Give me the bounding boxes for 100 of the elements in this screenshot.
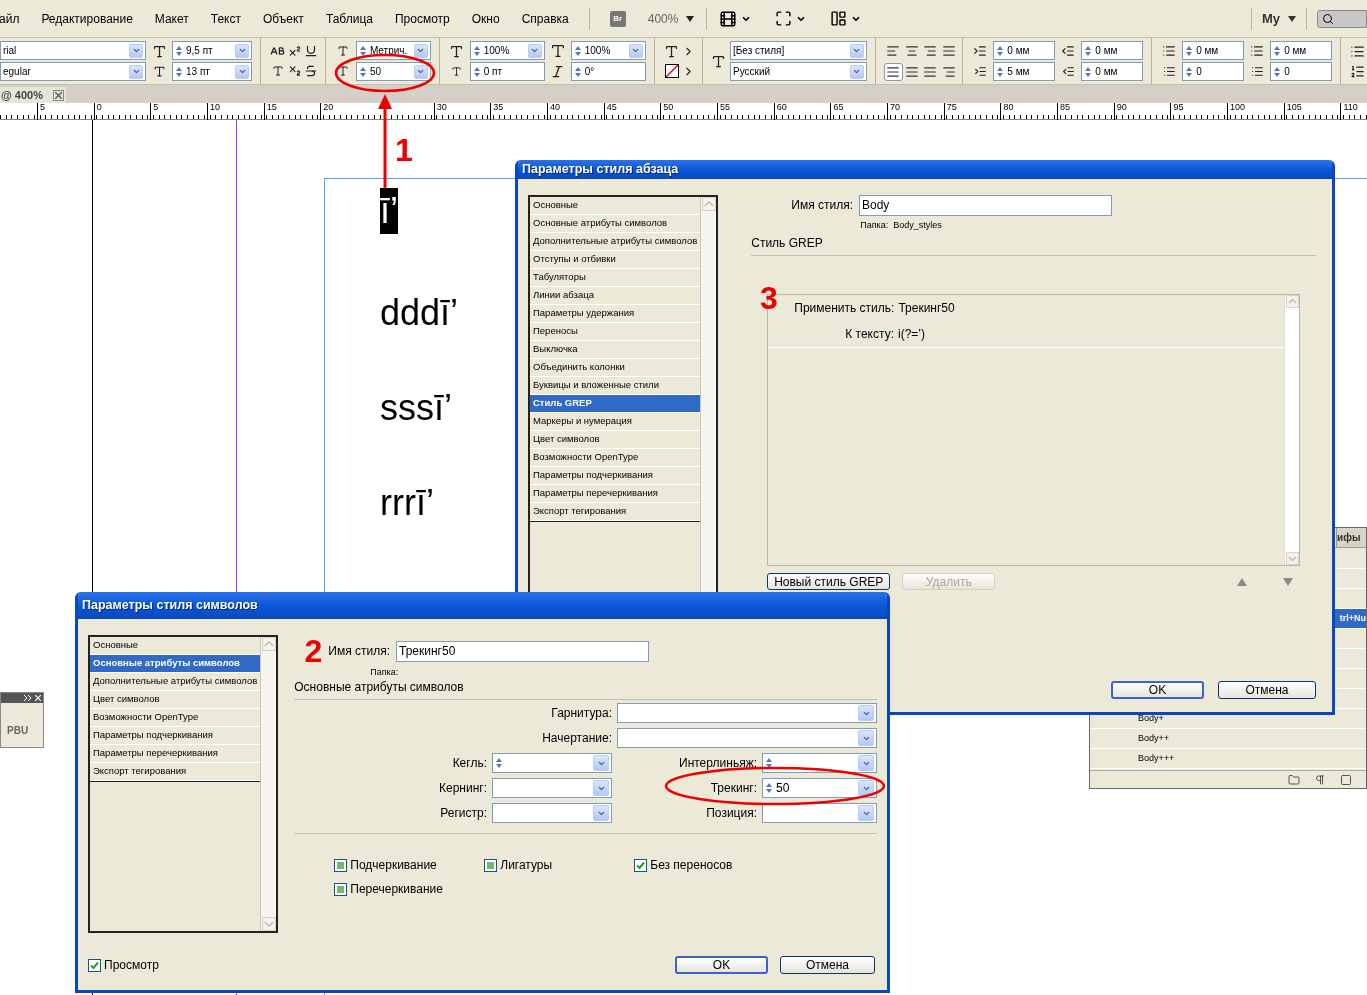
leading-field[interactable]: 13 пт xyxy=(172,62,252,81)
strikethrough-icon[interactable] xyxy=(304,64,319,78)
menu-item[interactable]: Текст xyxy=(210,9,241,28)
dialog-button[interactable]: OK xyxy=(675,956,768,974)
panel-tab[interactable]: ифы xyxy=(1336,528,1366,547)
right-indent-icon[interactable] xyxy=(1061,44,1076,58)
style-name-field[interactable]: Трекинг50 xyxy=(396,640,649,662)
folder-icon[interactable] xyxy=(1288,773,1300,786)
vertical-scale-field[interactable]: 100% xyxy=(469,41,545,60)
drop-cap-chars-icon[interactable] xyxy=(1250,64,1264,78)
first-line-indent-field[interactable]: 5 мм xyxy=(993,62,1056,81)
drop-cap-chars-field[interactable]: 0 xyxy=(1270,62,1333,81)
underline-icon[interactable] xyxy=(304,44,319,58)
baseline-shift-icon[interactable] xyxy=(451,65,463,77)
menu-item[interactable]: Просмотр xyxy=(394,9,450,28)
first-line-indent-icon[interactable] xyxy=(973,64,987,78)
workspace-select[interactable]: My xyxy=(1261,8,1280,29)
apply-style-value[interactable]: Трекинг50 xyxy=(898,299,955,318)
space-before-field[interactable]: 0 мм xyxy=(1182,41,1245,60)
checkbox[interactable] xyxy=(88,958,101,972)
no-stroke-icon[interactable] xyxy=(664,64,679,78)
space-after-field[interactable]: 0 мм xyxy=(1270,41,1333,60)
style-row[interactable]: Body+++ xyxy=(1090,749,1366,769)
alignment-button[interactable] xyxy=(883,62,903,81)
menu-item[interactable]: Окно xyxy=(471,9,500,28)
font-size-icon[interactable] xyxy=(151,43,167,59)
zoom-select[interactable]: 400% xyxy=(647,9,679,28)
language-field[interactable]: Русский xyxy=(729,62,867,81)
style-name-field[interactable]: Body xyxy=(859,194,1112,216)
space-before-icon[interactable] xyxy=(1162,44,1177,58)
screen-mode-icon[interactable] xyxy=(775,10,793,27)
paragraph-icon[interactable] xyxy=(1314,773,1326,786)
character-style-icon[interactable] xyxy=(710,53,726,69)
menu-item[interactable]: Макет xyxy=(154,9,189,28)
last-line-indent-icon[interactable] xyxy=(1061,64,1075,78)
superscript-icon[interactable] xyxy=(287,44,302,58)
search-field[interactable] xyxy=(1317,9,1367,28)
space-after-icon[interactable] xyxy=(1250,44,1265,58)
drop-cap-lines-field[interactable]: 0 xyxy=(1182,62,1245,81)
checkbox[interactable] xyxy=(334,882,348,896)
close-icon[interactable] xyxy=(52,89,64,101)
checkbox-label[interactable]: Перечеркивание xyxy=(350,880,443,898)
caret-icon[interactable] xyxy=(1288,15,1296,22)
dialog-button[interactable]: Отмена xyxy=(1218,680,1316,699)
skew-field[interactable]: 0° xyxy=(570,62,646,81)
leading-select[interactable] xyxy=(762,753,877,773)
checkbox[interactable] xyxy=(334,858,348,872)
spinner-arrows-icon[interactable] xyxy=(765,756,773,770)
font-family-field[interactable]: rial xyxy=(0,41,146,60)
skew-icon[interactable] xyxy=(550,63,566,79)
kerning-icon[interactable] xyxy=(336,45,349,57)
vertical-scale-icon[interactable] xyxy=(449,43,465,59)
style-row[interactable]: Body++ xyxy=(1090,729,1366,749)
checkbox-label[interactable]: Лигатуры xyxy=(500,856,553,874)
search-icon[interactable] xyxy=(1322,12,1334,25)
font-family-select[interactable] xyxy=(617,703,877,723)
menu-item[interactable]: айл xyxy=(0,9,20,28)
menu-item[interactable]: Справка xyxy=(521,9,569,28)
spinner-arrows-icon[interactable] xyxy=(495,756,503,770)
left-indent-field[interactable]: 0 мм xyxy=(993,41,1056,60)
document-tab[interactable]: @ 400% xyxy=(0,87,66,103)
grep-button[interactable]: Новый стиль GREP xyxy=(767,573,891,591)
case-select[interactable] xyxy=(492,803,612,823)
tracking-field[interactable]: 50 xyxy=(355,62,431,81)
dialog-button[interactable]: Отмена xyxy=(780,956,875,974)
menu-item[interactable]: Объект xyxy=(263,9,304,28)
last-line-indent-field[interactable]: 0 мм xyxy=(1081,62,1144,81)
drop-cap-lines-icon[interactable] xyxy=(1162,64,1176,78)
menu-item[interactable]: Редактирование xyxy=(41,9,133,28)
font-size-field[interactable]: 9,5 пт xyxy=(172,41,252,60)
dialog-button[interactable]: OK xyxy=(1111,680,1204,699)
checkbox[interactable] xyxy=(484,858,498,872)
checkbox-label[interactable]: Подчеркивание xyxy=(350,856,437,874)
checkbox-label[interactable]: Просмотр xyxy=(104,956,159,974)
checkbox[interactable] xyxy=(634,858,648,872)
scroll-up-icon[interactable] xyxy=(701,196,716,211)
collapse-icon[interactable] xyxy=(24,695,32,701)
size-select[interactable] xyxy=(492,753,612,773)
section-item[interactable]: Основные атрибуты символов xyxy=(90,655,261,673)
text-fill-icon[interactable] xyxy=(664,43,680,59)
checkbox-label[interactable]: Без переносов xyxy=(650,856,733,874)
film-strip-icon[interactable] xyxy=(719,9,738,28)
tracking-icon[interactable] xyxy=(336,65,349,77)
move-up-icon[interactable] xyxy=(1236,576,1248,587)
horizontal-scale-icon[interactable] xyxy=(549,43,566,59)
section-item[interactable]: Основные xyxy=(530,196,701,215)
menu-item[interactable]: Таблица xyxy=(325,9,373,28)
caret-icon[interactable] xyxy=(686,15,695,22)
bullets-icon[interactable] xyxy=(1350,43,1366,59)
bridge-button[interactable]: Br xyxy=(609,10,626,27)
paragraph-style-field[interactable]: [Без стиля] xyxy=(729,41,867,60)
leading-icon[interactable] xyxy=(152,64,166,78)
new-style-icon[interactable] xyxy=(1340,773,1352,786)
horizontal-scale-field[interactable]: 100% xyxy=(570,41,646,60)
to-text-value[interactable]: i(?=’) xyxy=(897,325,925,344)
spinner-arrows-icon[interactable] xyxy=(765,781,773,795)
left-indent-icon[interactable] xyxy=(973,44,988,58)
move-down-icon[interactable] xyxy=(1282,576,1294,587)
numbering-icon[interactable] xyxy=(1350,63,1366,79)
subscript-icon[interactable] xyxy=(287,64,302,78)
